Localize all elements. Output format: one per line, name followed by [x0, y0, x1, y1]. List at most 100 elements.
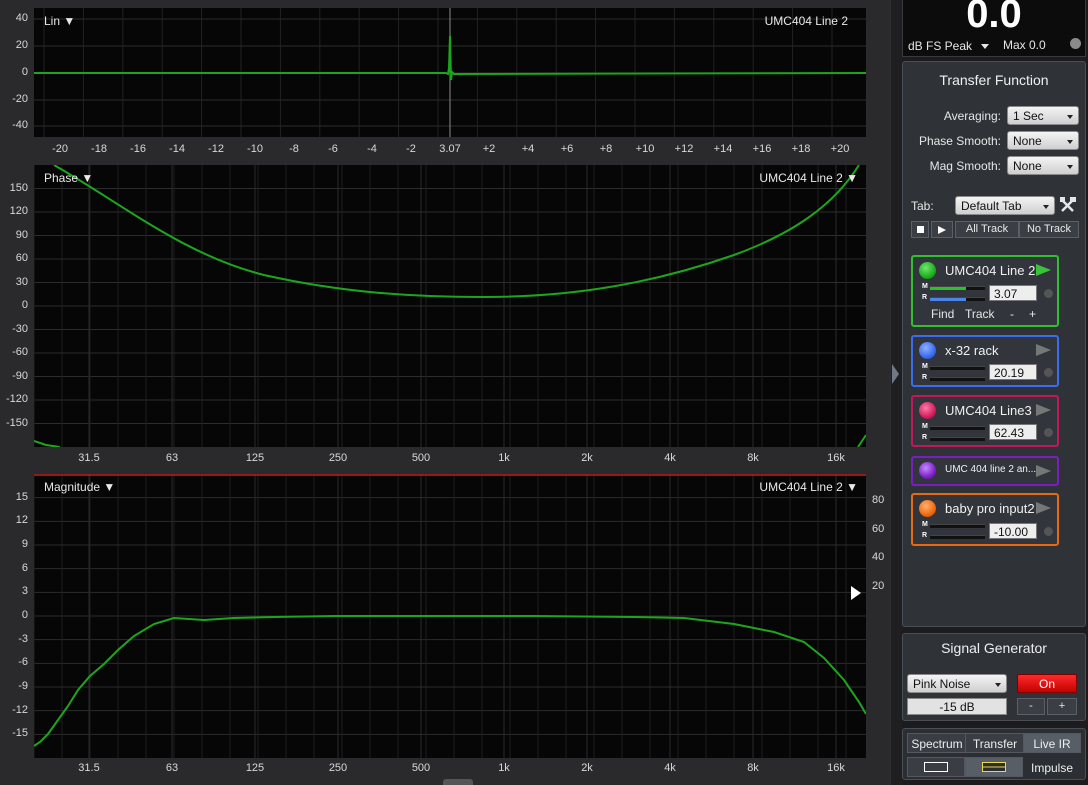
magnitude-x-tick: 250: [328, 762, 348, 774]
phase-x-tick: 63: [165, 452, 179, 464]
ir-x-tick: +10: [635, 143, 655, 155]
track-button[interactable]: Track: [965, 307, 995, 321]
phase-scale-selector[interactable]: Phase ▼: [44, 171, 93, 185]
phase-x-tick: 125: [245, 452, 265, 464]
play-button[interactable]: [931, 221, 953, 238]
single-pane-icon: [924, 762, 948, 772]
tab-impulse[interactable]: Impulse: [1023, 757, 1081, 777]
track-color-dot[interactable]: [919, 342, 936, 359]
track-delay-field[interactable]: 3.07: [989, 285, 1037, 301]
phase-y-tick: 60: [15, 252, 28, 264]
track-color-dot[interactable]: [919, 262, 936, 279]
coherence-y-tick: 40: [872, 551, 885, 563]
stop-button[interactable]: [911, 221, 929, 238]
track-card-umc404-line3[interactable]: UMC404 Line3 M R 62.43: [911, 395, 1059, 447]
resize-handle[interactable]: [443, 779, 473, 785]
track-card-umc404-line-2[interactable]: UMC404 Line 2 M R 3.07 Find Track - +: [911, 255, 1059, 327]
single-pane-layout-button[interactable]: [907, 757, 965, 777]
meter-m-label: M: [922, 283, 928, 290]
tab-live-ir[interactable]: Live IR: [1023, 733, 1081, 753]
track-meter-m: [930, 366, 985, 370]
mag-smooth-select[interactable]: None: [1007, 156, 1079, 175]
phase-trace: [53, 165, 860, 299]
impulse-plot-area[interactable]: Lin ▼ UMC404 Line 2: [34, 8, 866, 137]
track-meter-r: [930, 377, 985, 381]
impulse-response-panel: Lin ▼ UMC404 Line 2 40 20 0 -20 -40 -20 -18 -1…: [0, 0, 890, 160]
phase-x-tick: 4k: [664, 452, 676, 464]
track-meter-m: [930, 286, 985, 290]
magnitude-cursor-handle[interactable]: [851, 586, 861, 600]
ir-x-tick: +12: [674, 143, 694, 155]
track-delay-field[interactable]: 62.43: [989, 424, 1037, 440]
magnitude-x-tick: 125: [245, 762, 265, 774]
phase-y-tick: -90: [12, 369, 28, 382]
magnitude-y-tick: 0: [21, 609, 28, 621]
generator-level-field[interactable]: -15 dB: [907, 698, 1007, 715]
phase-x-tick: 1k: [498, 452, 510, 464]
collapse-arrow-icon[interactable]: [892, 364, 899, 384]
delay-plus-button[interactable]: +: [1029, 307, 1036, 321]
phase-plot: [34, 165, 866, 447]
panel-divider[interactable]: [890, 0, 902, 785]
track-status-led: [1044, 368, 1053, 377]
magnitude-x-tick: 1k: [498, 762, 510, 774]
level-plus-button[interactable]: +: [1047, 698, 1077, 715]
ir-scale-selector[interactable]: Lin ▼: [44, 14, 75, 28]
no-track-button[interactable]: No Track: [1019, 221, 1079, 238]
phase-x-tick: 500: [411, 452, 431, 464]
track-card-x32-rack[interactable]: x-32 rack M R 20.19: [911, 335, 1059, 387]
tab-select[interactable]: Default Tab: [955, 196, 1055, 215]
phase-track-selector[interactable]: UMC404 Line 2 ▼: [759, 171, 858, 185]
generator-on-button[interactable]: On: [1017, 674, 1077, 693]
phase-smooth-select[interactable]: None: [1007, 131, 1079, 150]
phase-y-tick: -60: [12, 346, 28, 358]
track-card-baby-pro-input2[interactable]: baby pro input2 M R -10.00: [911, 493, 1059, 546]
meter-mode-selector[interactable]: dB FS Peak: [908, 39, 972, 53]
magnitude-x-tick: 31.5: [78, 762, 100, 774]
magnitude-x-tick: 8k: [747, 762, 759, 774]
delay-minus-button[interactable]: -: [1010, 307, 1014, 321]
magnitude-plot-area[interactable]: Magnitude ▼ UMC404 Line 2 ▼: [34, 474, 866, 758]
meter-reset-indicator[interactable]: [1070, 38, 1081, 49]
track-play-icon[interactable]: [1036, 502, 1051, 514]
track-play-icon[interactable]: [1036, 465, 1051, 477]
ir-x-tick: -18: [91, 143, 107, 155]
tab-transfer[interactable]: Transfer: [965, 733, 1025, 753]
magnitude-scale-selector[interactable]: Magnitude ▼: [44, 480, 115, 494]
all-track-button[interactable]: All Track: [955, 221, 1019, 238]
track-card-umc404-line2-an[interactable]: UMC 404 line 2 an...: [911, 456, 1059, 486]
find-button[interactable]: Find: [931, 307, 954, 321]
averaging-select[interactable]: 1 Sec: [1007, 106, 1079, 125]
track-color-dot[interactable]: [919, 500, 936, 517]
coherence-y-tick: 80: [872, 494, 885, 506]
split-pane-layout-button[interactable]: [965, 757, 1023, 777]
meter-mode-caret-icon[interactable]: [981, 44, 989, 49]
tab-spectrum[interactable]: Spectrum: [907, 733, 967, 753]
magnitude-trace: [34, 615, 866, 747]
track-play-icon[interactable]: [1036, 344, 1051, 356]
track-play-icon[interactable]: [1036, 404, 1051, 416]
meter-r-label: R: [922, 294, 928, 301]
track-delay-field[interactable]: 20.19: [989, 364, 1037, 380]
phase-y-tick: 0: [21, 299, 28, 311]
track-color-dot[interactable]: [919, 462, 936, 479]
magnitude-plot: [34, 474, 866, 758]
signal-type-select[interactable]: Pink Noise: [907, 674, 1007, 693]
coherence-y-tick: 20: [872, 580, 885, 592]
ir-y-tick: 20: [15, 39, 28, 51]
track-meter-m: [930, 524, 985, 528]
ir-x-tick: -4: [367, 143, 377, 155]
track-play-icon[interactable]: [1036, 264, 1051, 276]
coherence-y-tick: 60: [872, 523, 885, 535]
magnitude-y-tick: 12: [15, 514, 28, 527]
phase-plot-area[interactable]: Phase ▼ UMC404 Line 2 ▼: [34, 165, 866, 447]
track-color-dot[interactable]: [919, 402, 936, 419]
level-minus-button[interactable]: -: [1017, 698, 1045, 715]
magnitude-track-selector[interactable]: UMC404 Line 2 ▼: [759, 480, 858, 494]
ir-x-tick: +18: [791, 143, 811, 155]
magnitude-y-tick: -12: [12, 703, 28, 716]
track-delay-field[interactable]: -10.00: [989, 523, 1037, 539]
chevron-down-icon: [1067, 115, 1073, 119]
track-meter-m: [930, 426, 985, 430]
tools-icon[interactable]: [1059, 196, 1077, 214]
